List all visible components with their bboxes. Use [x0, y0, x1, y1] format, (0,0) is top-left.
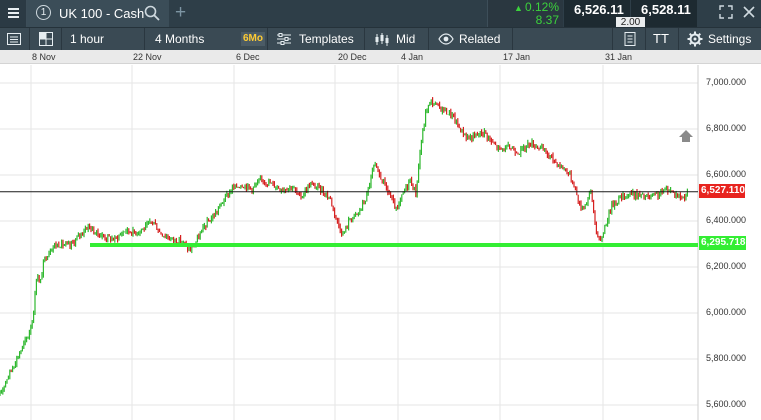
change-percent: ▲ 0.12%: [514, 0, 559, 14]
search-icon[interactable]: [144, 5, 160, 24]
chart-toolbar: 1 hour 4 Months 6Mo Templates Mid Relate…: [0, 27, 761, 50]
related-button[interactable]: Related: [459, 28, 500, 50]
y-axis-label: 6,200.000: [706, 261, 747, 271]
top-bar: 1 UK 100 - Cash + ▲ 0.12% 8.37 6,526.11 6…: [0, 0, 761, 29]
period-select[interactable]: 4 Months: [155, 28, 204, 50]
indicators-icon[interactable]: [622, 28, 638, 50]
price-change: ▲ 0.12% 8.37: [487, 0, 563, 27]
buy-price: 6,528.11: [641, 2, 691, 17]
y-axis-label: 5,600.000: [706, 399, 747, 409]
change-points: 8.37: [535, 13, 559, 27]
period-badge[interactable]: 6Mo: [241, 32, 265, 46]
y-axis-label: 5,800.000: [706, 353, 747, 363]
expand-icon[interactable]: [718, 5, 734, 21]
close-icon[interactable]: [741, 5, 757, 21]
y-axis-label: 6,000.000: [706, 307, 747, 317]
date-label: 31 Jan: [605, 52, 633, 62]
date-label: 22 Nov: [133, 52, 162, 62]
y-axis-label: 6,800.000: [706, 123, 747, 133]
instrument-title: UK 100 - Cash: [59, 6, 145, 21]
y-axis-label: 6,600.000: [706, 169, 747, 179]
sell-price: 6,526.11: [574, 2, 624, 17]
interval-select[interactable]: 1 hour: [70, 28, 104, 50]
home-icon[interactable]: [678, 129, 694, 143]
up-arrow-icon: ▲: [514, 3, 523, 13]
date-label: 6 Dec: [236, 52, 260, 62]
support-price-tag: 6,295.718: [699, 236, 746, 250]
price-chart[interactable]: 7,000.000 6,800.000 6,600.000 6,400.000 …: [0, 65, 761, 420]
date-label: 17 Jan: [503, 52, 531, 62]
date-axis: 8 Nov 22 Nov 6 Dec 20 Dec 4 Jan 17 Jan 3…: [0, 50, 761, 64]
date-label: 4 Jan: [401, 52, 424, 62]
y-axis-label: 7,000.000: [706, 77, 747, 87]
date-label: 8 Nov: [32, 52, 56, 62]
gear-icon[interactable]: [687, 28, 703, 50]
settings-button[interactable]: Settings: [708, 28, 751, 50]
y-axis-label: 6,400.000: [706, 215, 747, 225]
hamburger-icon[interactable]: [0, 0, 27, 27]
templates-button[interactable]: Templates: [299, 28, 354, 50]
tab-uk100[interactable]: 1 UK 100 - Cash: [27, 0, 169, 27]
eye-icon[interactable]: [438, 28, 454, 50]
add-tab-button[interactable]: +: [175, 2, 186, 24]
templates-icon[interactable]: [276, 28, 292, 50]
tab-number: 1: [36, 5, 51, 20]
price-type-button[interactable]: Mid: [396, 28, 415, 50]
chart-canvas[interactable]: [0, 65, 761, 420]
date-label: 20 Dec: [338, 52, 367, 62]
list-icon[interactable]: [6, 28, 22, 50]
layout-grid-icon[interactable]: [38, 28, 54, 50]
current-price-tag: 6,527.110: [699, 184, 745, 198]
price-type-icon[interactable]: [374, 28, 390, 50]
text-tool-icon[interactable]: TT: [653, 28, 669, 50]
change-percent-value: 0.12%: [524, 0, 559, 14]
